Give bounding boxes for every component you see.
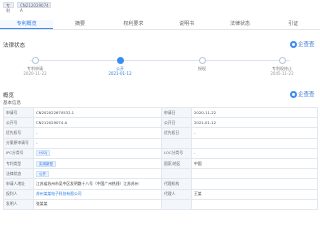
tab-bar: 专利概览 摘要 权利要求 说明书 法律状态 引证 <box>0 20 320 30</box>
top-bar: 专利 CN212029074 A <box>0 0 320 13</box>
table-row: IPC分类号 H02J LOC分类号 - <box>3 147 318 159</box>
field-value: 实用新型 <box>33 157 162 170</box>
field-label: 发明人 <box>3 198 34 210</box>
field-value: - <box>191 147 318 159</box>
field-value: 中国 <box>191 157 318 170</box>
field-label: IPC分类号 <box>3 147 34 159</box>
table-row: 专利类型 实用新型 国家/地区 中国 <box>3 157 318 170</box>
table-row: 法律状态 公开 <box>3 168 318 180</box>
tab-citations[interactable]: 引证 <box>267 20 320 29</box>
field-label <box>161 137 192 149</box>
table-row: 权利人 苏州某某电子科技有限公司 代理人 王某 <box>3 188 318 200</box>
timeline-dot-active <box>116 57 124 64</box>
field-value <box>191 137 318 149</box>
assignee-link[interactable]: 苏州某某电子科技有限公司 <box>36 191 82 196</box>
brand-label: 企查查 <box>298 92 315 98</box>
timeline-step-grant: 授权 <box>172 55 232 71</box>
field-value: 2021-01-12 <box>191 117 318 129</box>
timeline-step-date: 2021-01-12 <box>108 71 132 76</box>
tab-claims[interactable]: 权利要求 <box>107 20 160 29</box>
timeline-dot <box>278 57 286 64</box>
ipc-class-link[interactable]: H02J <box>36 150 51 157</box>
table-row: 申请人地址 江苏省苏州市吴中区发明路十八号（中国广州热线）江苏苏州 代理机构 <box>3 178 318 190</box>
field-label: 优先权日 <box>161 127 192 139</box>
overview-section-title: 概览 <box>3 93 15 99</box>
timeline-section-title: 法律状态 <box>3 43 26 49</box>
field-label: 法律状态 <box>3 168 34 180</box>
field-label <box>161 168 192 180</box>
field-value: CN202022670532.1 <box>33 106 162 119</box>
field-label: 国家/地区 <box>161 157 192 170</box>
timeline-dot <box>198 57 206 64</box>
field-label: 权利人 <box>3 188 34 200</box>
field-label: 申请人地址 <box>3 178 34 190</box>
field-label: 分案原申请号 <box>3 137 34 149</box>
field-value: CN212029074 A <box>33 117 162 129</box>
field-value: 公开 <box>33 168 162 180</box>
table-row: 公开号 CN212029074 A 公开日 2021-01-12 <box>3 117 318 129</box>
tab-abstract[interactable]: 摘要 <box>53 20 106 29</box>
timeline-dot <box>31 57 39 64</box>
field-value: 苏州某某电子科技有限公司 <box>33 188 162 200</box>
patent-type-badge: 实用新型 <box>36 160 56 167</box>
brand-label: 企查查 <box>298 42 315 48</box>
timeline-step-date: 2020-11-22 <box>23 71 47 76</box>
timeline-step-date: 2045-11-22 <box>270 71 294 76</box>
tab-description[interactable]: 说明书 <box>160 20 213 29</box>
brand-logo-icon <box>290 90 297 98</box>
field-value <box>191 198 318 210</box>
tag-bar: 专利 CN212029074 A <box>3 2 51 13</box>
patent-info-table: 申请号 CN202022670532.1 申请日 2020-11-22 公开号 … <box>3 106 318 210</box>
basic-info-subtitle: 基本信息 <box>3 101 21 106</box>
table-row: 申请号 CN202022670532.1 申请日 2020-11-22 <box>3 106 318 119</box>
field-value: - <box>33 127 162 139</box>
patent-page: 专利 CN212029074 A 专利概览 摘要 权利要求 说明书 法律状态 引… <box>0 0 320 240</box>
tab-overview[interactable]: 专利概览 <box>0 20 54 29</box>
timeline-step-application: 专利申请 2020-11-22 <box>5 55 65 76</box>
field-value: 2020-11-22 <box>191 106 318 119</box>
field-label: 申请号 <box>3 106 34 119</box>
table-row: 发明人 张某某 <box>3 198 318 210</box>
field-value <box>191 168 318 180</box>
tab-legal-status[interactable]: 法律状态 <box>213 20 266 29</box>
field-value: - <box>33 137 162 149</box>
field-value: - <box>191 127 318 139</box>
field-label: 申请日 <box>161 106 192 119</box>
timeline-brand-button[interactable]: 企查查 <box>290 40 315 48</box>
field-label: 代理机构 <box>161 178 192 190</box>
timeline-step-expiry: 专利权终止 2045-11-22 <box>252 55 312 76</box>
field-value: H02J <box>33 147 162 159</box>
field-value: 江苏省苏州市吴中区发明路十八号（中国广州热线）江苏苏州 <box>33 178 162 190</box>
field-label <box>161 198 192 210</box>
patent-type-tag: 专利 <box>3 2 14 13</box>
field-label: LOC分类号 <box>161 147 192 159</box>
table-row: 分案原申请号 - <box>3 137 318 149</box>
field-label: 公开号 <box>3 117 34 129</box>
field-label: 公开日 <box>161 117 192 129</box>
timeline-line <box>30 60 290 61</box>
brand-logo-icon <box>290 40 297 48</box>
timeline-step-label: 授权 <box>198 66 206 71</box>
field-label: 优先权号 <box>3 127 34 139</box>
legal-timeline: 专利申请 2020-11-22 公开 2021-01-12 授权 专利权终止 2… <box>10 55 310 79</box>
field-label: 专利类型 <box>3 157 34 170</box>
legal-status-badge: 公开 <box>36 170 49 177</box>
overview-brand-button[interactable]: 企查查 <box>290 90 315 98</box>
table-row: 优先权号 - 优先权日 - <box>3 127 318 139</box>
field-value: 张某某 <box>33 198 162 210</box>
field-value <box>191 178 318 190</box>
field-value: 王某 <box>191 188 318 200</box>
field-label: 代理人 <box>161 188 192 200</box>
patent-number-tag: CN212029074 A <box>17 2 51 13</box>
timeline-step-publication: 公开 2021-01-12 <box>90 55 150 76</box>
